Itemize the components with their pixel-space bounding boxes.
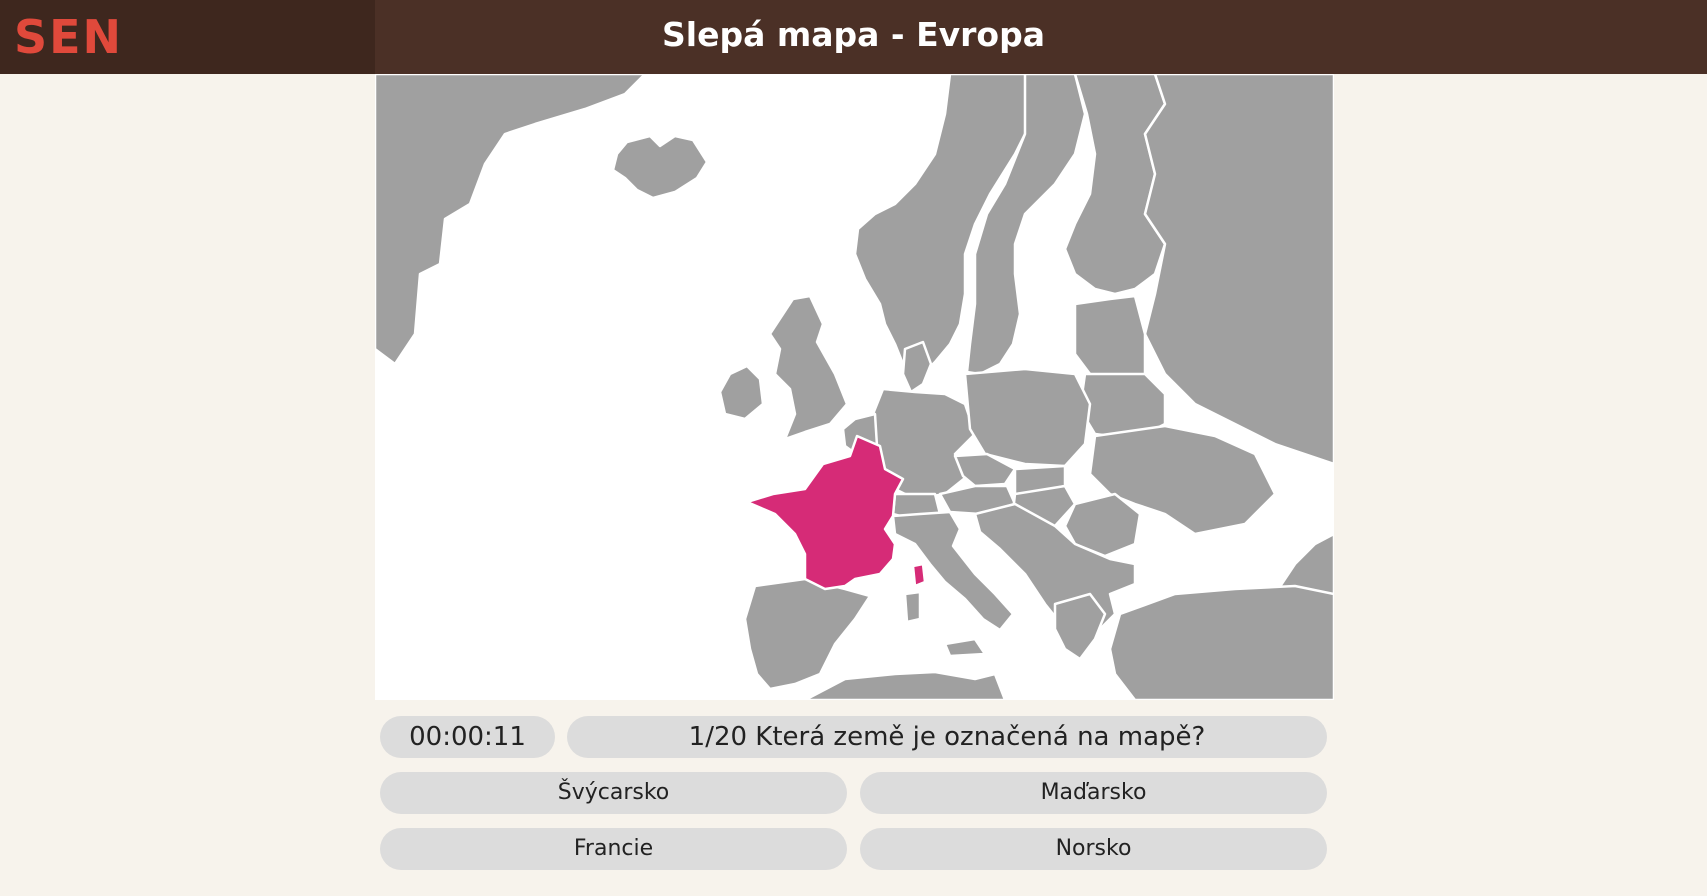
turkey-shape [1108,584,1334,700]
page-title: Slepá mapa - Evropa [662,15,1045,54]
poland-shape [963,367,1092,468]
map-svg [375,74,1334,700]
greece-shape [1053,592,1107,661]
europe-blind-map [375,74,1334,700]
question-text: 1/20 Která země je označená na mapě? [567,716,1327,758]
answer-button-1[interactable]: Švýcarsko [380,772,847,814]
baltics-shape [1073,294,1147,384]
great-britain-shape [768,294,849,441]
answer-button-2[interactable]: Maďarsko [860,772,1327,814]
iberia-shape [743,577,872,691]
top-bar: SEN Slepá mapa - Evropa [0,0,1707,74]
sicily-shape [943,637,987,658]
answer-button-3[interactable]: Francie [380,828,847,870]
sardinia-shape [903,590,922,624]
greenland-shape [375,74,647,366]
denmark-shape [901,340,933,394]
ireland-shape [718,364,765,421]
france-shape [745,434,905,591]
corsica-shape [911,562,927,588]
answer-button-4[interactable]: Norsko [860,828,1327,870]
timer-display: 00:00:11 [380,716,555,758]
north-africa-shape [803,670,1007,700]
iceland-shape [611,134,709,200]
